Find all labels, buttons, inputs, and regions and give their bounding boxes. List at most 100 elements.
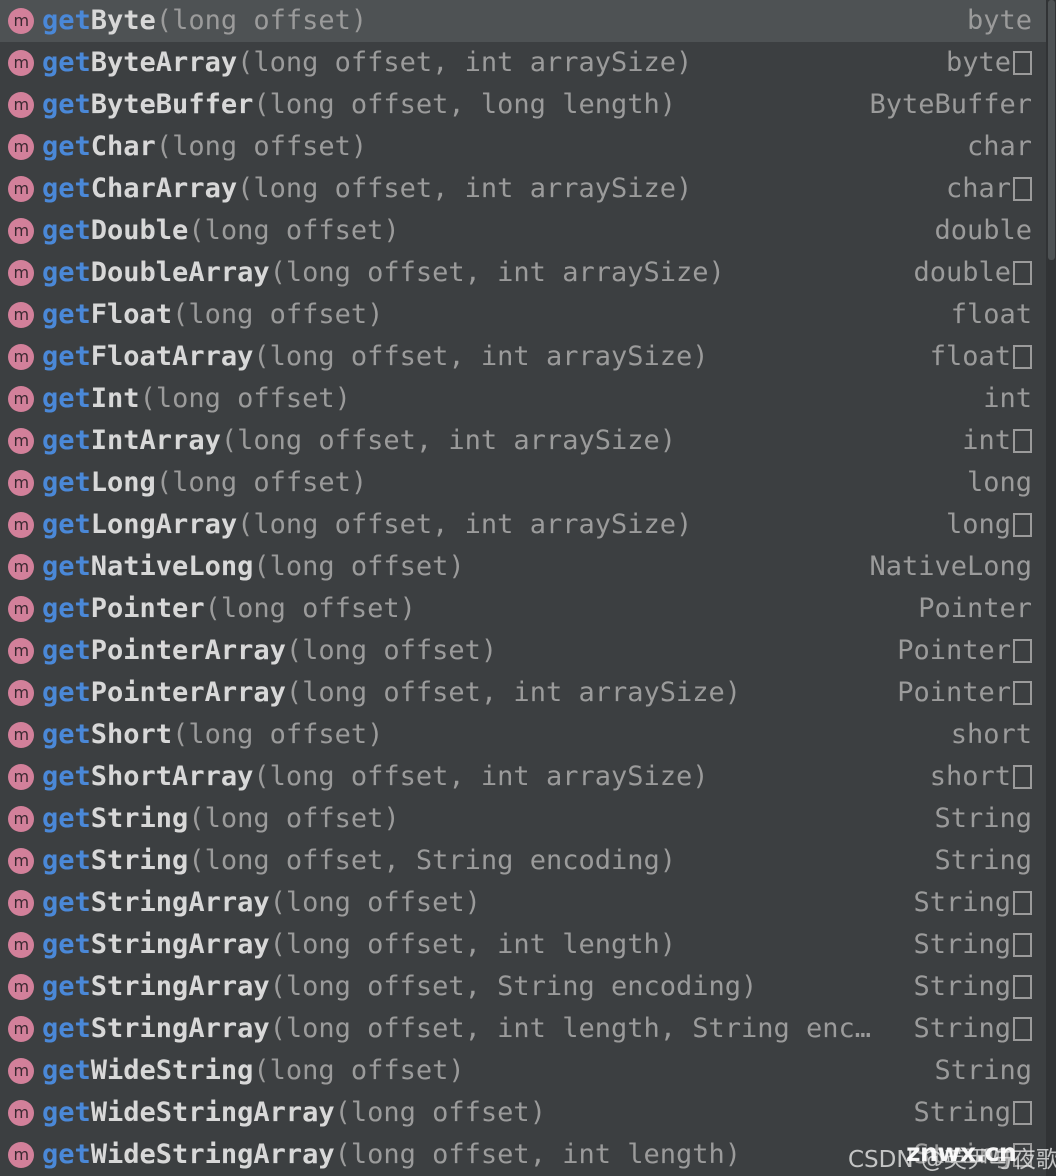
method-name: StringArray [90, 1013, 270, 1044]
return-type-text: int [983, 383, 1032, 414]
matched-prefix: get [42, 551, 91, 582]
method-parameters: (long offset) [139, 383, 351, 414]
method-name: Int [90, 383, 140, 414]
method-icon: m [8, 344, 34, 370]
completion-item[interactable]: m getString(long offset, String encoding)… [0, 840, 1046, 882]
completion-signature: getStringArray(long offset, String encod… [42, 966, 895, 1008]
completion-item[interactable]: m getStringArray(long offset) String [0, 882, 1046, 924]
method-icon: m [8, 386, 34, 412]
method-parameters: (long offset, int arraySize) [237, 509, 693, 540]
completion-item[interactable]: m getShortArray(long offset, int arraySiz… [0, 756, 1046, 798]
method-parameters: (long offset, int arraySize) [253, 341, 709, 372]
completion-item[interactable]: m getPointerArray(long offset) Pointer [0, 630, 1046, 672]
method-name: WideStringArray [90, 1097, 335, 1128]
method-name: ShortArray [90, 761, 254, 792]
completion-signature: getShortArray(long offset, int arraySize… [42, 756, 912, 798]
method-icon: m [8, 680, 34, 706]
method-name: Double [90, 215, 189, 246]
method-name: PointerArray [90, 677, 286, 708]
completion-item[interactable]: m getShort(long offset) short [0, 714, 1046, 756]
method-icon: m [8, 50, 34, 76]
completion-signature: getDoubleArray(long offset, int arraySiz… [42, 252, 895, 294]
return-type-text: Pointer [897, 677, 1011, 708]
completion-item[interactable]: m getNativeLong(long offset) NativeLong [0, 546, 1046, 588]
completion-item[interactable]: m getDoubleArray(long offset, int arraySi… [0, 252, 1046, 294]
method-name: StringArray [90, 887, 270, 918]
method-icon: m [8, 554, 34, 580]
method-name: Pointer [90, 593, 205, 624]
method-parameters: (long offset) [172, 299, 384, 330]
matched-prefix: get [42, 1013, 91, 1044]
completion-item[interactable]: m getStringArray(long offset, String enco… [0, 966, 1046, 1008]
return-type: short [933, 714, 1032, 756]
matched-prefix: get [42, 89, 91, 120]
completion-item[interactable]: m getByte(long offset) byte [0, 0, 1046, 42]
method-icon: m [8, 1058, 34, 1084]
completion-item[interactable]: m getIntArray(long offset, int arraySize)… [0, 420, 1046, 462]
array-brackets-icon [1013, 513, 1032, 537]
completion-item[interactable]: m getInt(long offset) int [0, 378, 1046, 420]
completion-item[interactable]: m getWideStringArray(long offset, int len… [0, 1134, 1046, 1176]
completion-signature: getChar(long offset) [42, 126, 949, 168]
method-name: String [90, 803, 189, 834]
return-type-text: byte [945, 47, 1011, 78]
return-type-text: short [950, 719, 1032, 750]
method-parameters: (long offset) [334, 1097, 546, 1128]
completion-signature: getByte(long offset) [42, 0, 949, 42]
completion-item[interactable]: m getWideStringArray(long offset) String [0, 1092, 1046, 1134]
return-type-text: char [945, 173, 1011, 204]
completion-signature: getWideString(long offset) [42, 1050, 916, 1092]
return-type: short [912, 756, 1032, 798]
matched-prefix: get [42, 1139, 91, 1170]
code-completion-popup[interactable]: m getByte(long offset) byte m getByteArray(l… [0, 0, 1056, 1176]
method-name: ByteArray [90, 47, 238, 78]
return-type: byte [928, 42, 1032, 84]
return-type-text: NativeLong [869, 551, 1032, 582]
completion-item[interactable]: m getChar(long offset) char [0, 126, 1046, 168]
completion-signature: getPointer(long offset) [42, 588, 900, 630]
completion-item[interactable]: m getLongArray(long offset, int arraySize… [0, 504, 1046, 546]
return-type: long [949, 462, 1032, 504]
completion-signature: getWideStringArray(long offset, int leng… [42, 1134, 895, 1176]
return-type: String [895, 882, 1032, 924]
return-type: String [895, 1008, 1032, 1050]
matched-prefix: get [42, 677, 91, 708]
return-type-text: String [913, 929, 1011, 960]
matched-prefix: get [42, 971, 91, 1002]
completion-item[interactable]: m getStringArray(long offset, int length)… [0, 924, 1046, 966]
scrollbar-thumb[interactable] [1048, 0, 1055, 260]
array-brackets-icon [1013, 681, 1032, 705]
completion-item[interactable]: m getByteBuffer(long offset, long length)… [0, 84, 1046, 126]
method-icon: m [8, 806, 34, 832]
completion-item[interactable]: m getLong(long offset) long [0, 462, 1046, 504]
method-parameters: (long offset) [204, 593, 416, 624]
return-type: String [895, 924, 1032, 966]
completion-item[interactable]: m getPointer(long offset) Pointer [0, 588, 1046, 630]
completion-item[interactable]: m getDouble(long offset) double [0, 210, 1046, 252]
method-parameters: (long offset) [188, 803, 400, 834]
completion-item[interactable]: m getString(long offset) String [0, 798, 1046, 840]
method-icon: m [8, 260, 34, 286]
matched-prefix: get [42, 803, 91, 834]
completion-item[interactable]: m getStringArray(long offset, int length,… [0, 1008, 1046, 1050]
method-parameters: (long offset, int arraySize) [237, 173, 693, 204]
completion-item[interactable]: m getFloatArray(long offset, int arraySiz… [0, 336, 1046, 378]
return-type-text: int [962, 425, 1011, 456]
completion-item[interactable]: m getCharArray(long offset, int arraySize… [0, 168, 1046, 210]
method-parameters: (long offset, String encoding) [188, 845, 676, 876]
completion-item[interactable]: m getWideString(long offset) String [0, 1050, 1046, 1092]
return-type-text: double [913, 257, 1011, 288]
matched-prefix: get [42, 425, 91, 456]
completion-item[interactable]: m getByteArray(long offset, int arraySize… [0, 42, 1046, 84]
array-brackets-icon [1013, 1017, 1032, 1041]
completion-list[interactable]: m getByte(long offset) byte m getByteArray(l… [0, 0, 1046, 1176]
method-icon: m [8, 302, 34, 328]
completion-signature: getCharArray(long offset, int arraySize) [42, 168, 928, 210]
return-type: String [916, 1050, 1032, 1092]
completion-item[interactable]: m getFloat(long offset) float [0, 294, 1046, 336]
method-name: CharArray [90, 173, 238, 204]
method-icon: m [8, 848, 34, 874]
completion-item[interactable]: m getPointerArray(long offset, int arrayS… [0, 672, 1046, 714]
method-parameters: (long offset) [253, 551, 465, 582]
method-name: WideStringArray [90, 1139, 335, 1170]
